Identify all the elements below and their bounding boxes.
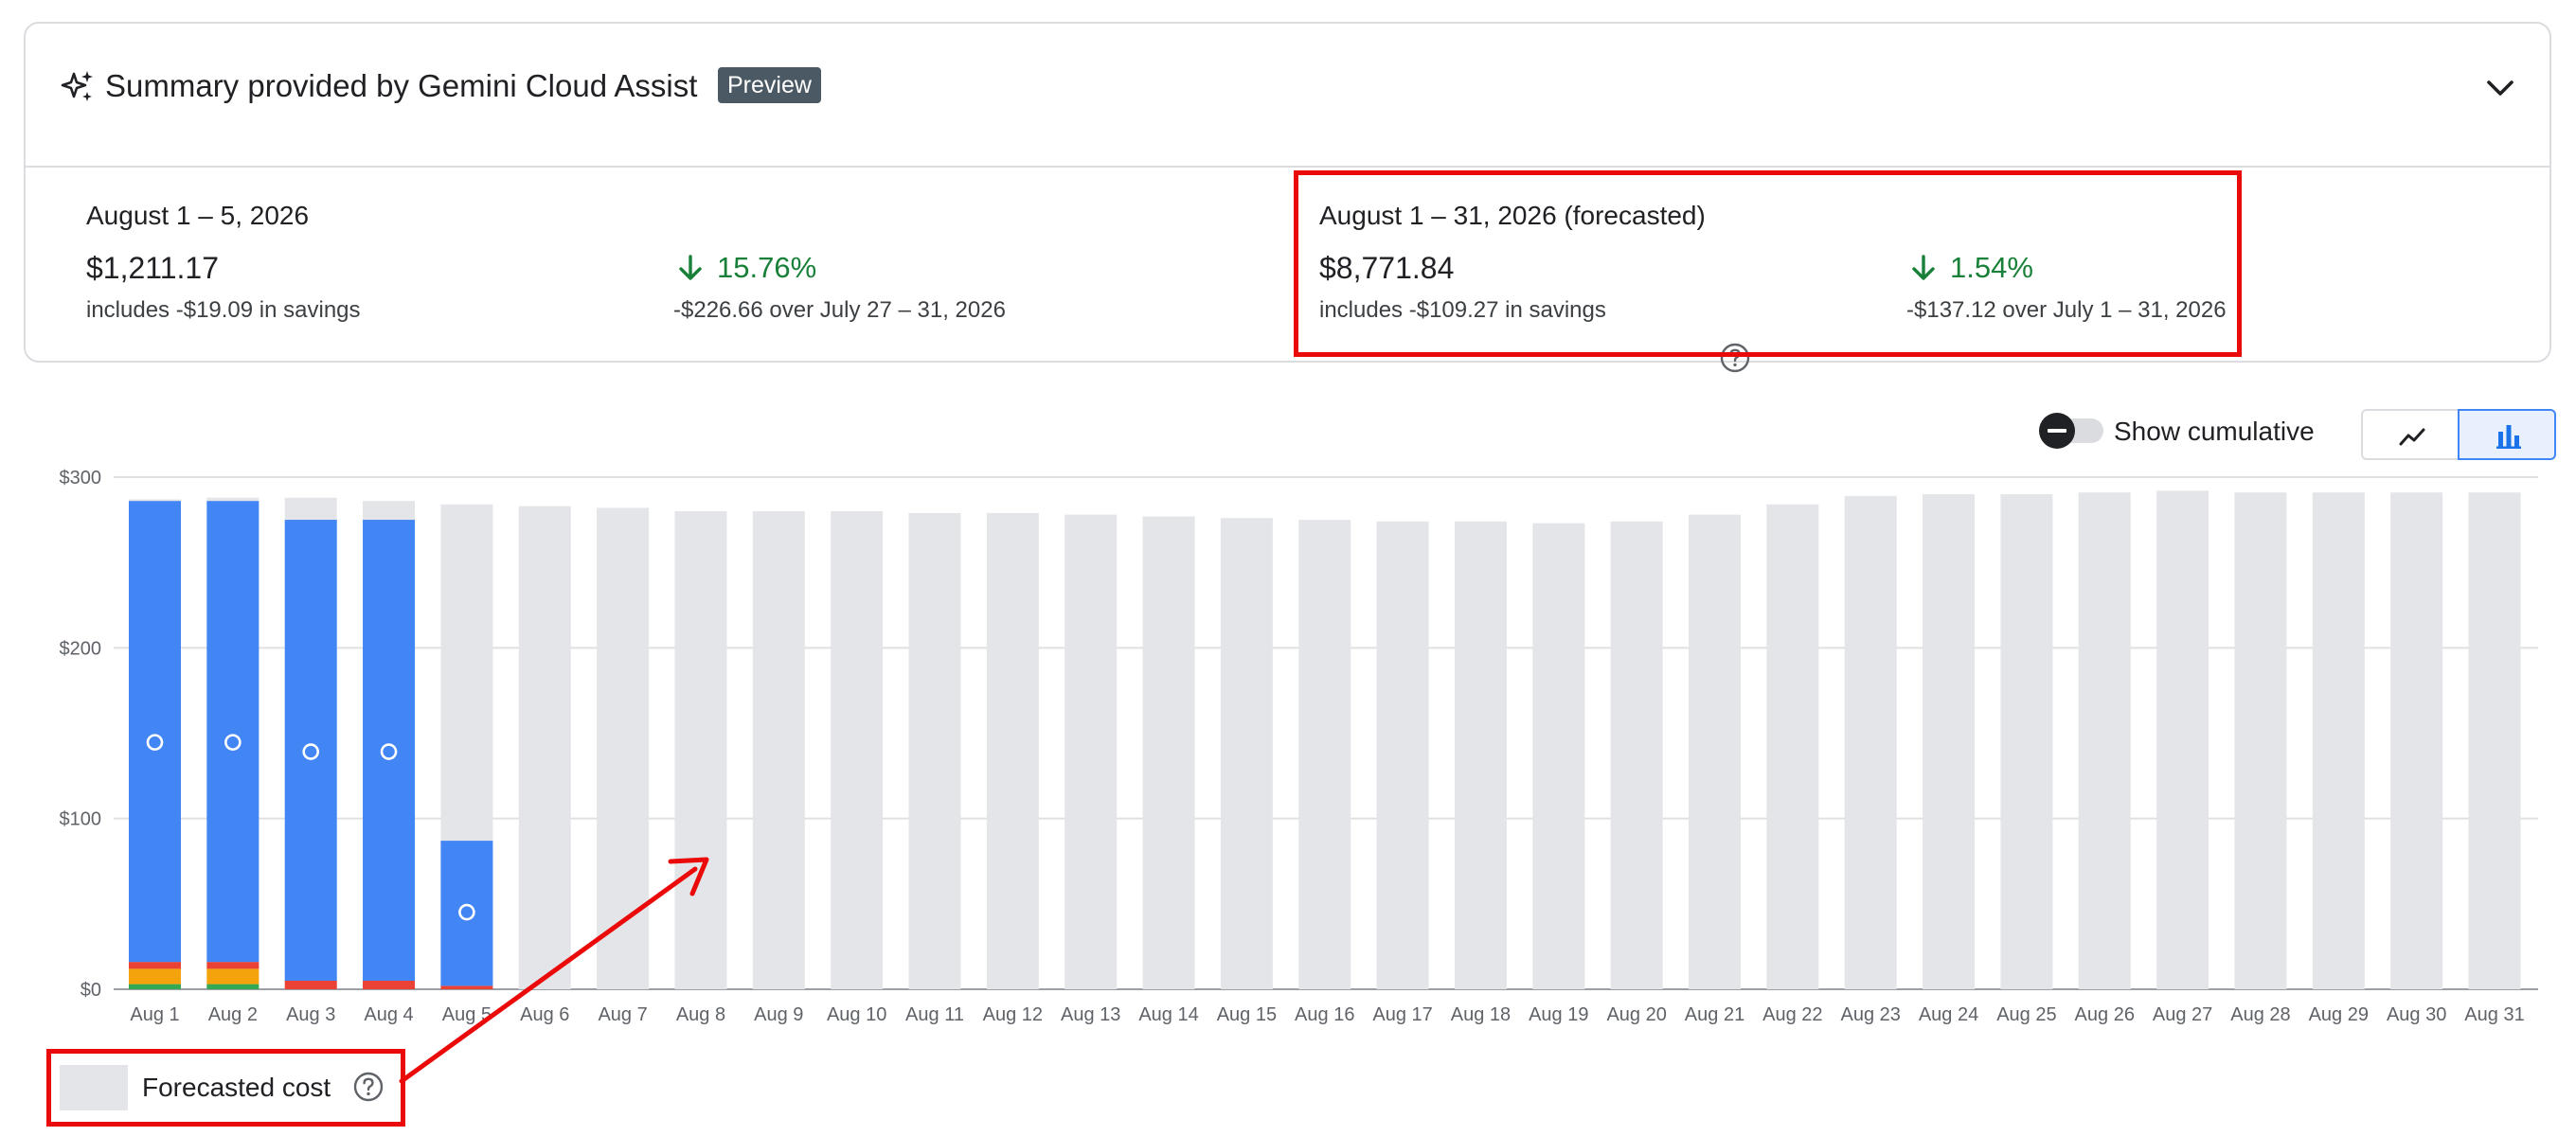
actual-bar-segment-orange [129, 968, 181, 985]
actual-bar-segment-red [284, 980, 337, 989]
forecast-bar [908, 512, 961, 989]
forecast-bar [1766, 504, 1819, 989]
forecast-bar [1376, 521, 1429, 989]
x-tick-label: Aug 26 [2075, 1004, 2135, 1025]
period-savings: includes -$19.09 in savings [86, 297, 361, 323]
forecast-highlight-box [1294, 170, 2242, 357]
forecast-bar [2078, 492, 2131, 989]
actual-bar-segment-red [440, 985, 493, 989]
forecast-bar [2000, 494, 2053, 989]
forecast-bar [2234, 492, 2287, 989]
x-tick-label: Aug 16 [1295, 1004, 1354, 1025]
x-tick-label: Aug 10 [827, 1004, 886, 1025]
x-tick-label: Aug 6 [520, 1004, 569, 1025]
period-label: August 1 – 5, 2026 [86, 201, 310, 230]
x-tick-label: Aug 9 [754, 1004, 803, 1025]
forecast-bar [674, 511, 727, 989]
change-detail: -$226.66 over July 27 – 31, 2026 [673, 297, 1006, 323]
forecast-bar [2468, 492, 2521, 989]
forecast-bar [1142, 516, 1195, 989]
x-tick-label: Aug 25 [1996, 1004, 2056, 1025]
x-tick-label: Aug 7 [598, 1004, 647, 1025]
actual-bar [363, 520, 416, 981]
chevron-down-icon[interactable] [2481, 69, 2519, 107]
x-tick-label: Aug 15 [1217, 1004, 1277, 1025]
x-tick-label: Aug 1 [130, 1004, 179, 1025]
forecast-bar [986, 512, 1039, 989]
arrow-down-icon [679, 255, 702, 280]
x-tick-label: Aug 31 [2464, 1004, 2524, 1025]
cumulative-label: Show cumulative [2114, 417, 2315, 446]
y-tick-label: $100 [60, 809, 102, 830]
x-tick-label: Aug 21 [1685, 1004, 1744, 1025]
actual-bar [440, 841, 493, 986]
actual-bar-segment-orange [206, 968, 259, 985]
y-tick-label: $0 [80, 980, 101, 1001]
forecast-bar [1064, 514, 1118, 989]
summary-title: Summary provided by Gemini Cloud Assist [105, 68, 698, 103]
x-tick-label: Aug 27 [2153, 1004, 2212, 1025]
summary-header[interactable]: Summary provided by Gemini Cloud Assist … [26, 24, 2549, 168]
line-view-button[interactable] [2361, 409, 2460, 460]
forecast-bar [1532, 523, 1585, 989]
sparkle-icon [61, 71, 93, 101]
x-tick-label: Aug 23 [1841, 1004, 1901, 1025]
x-tick-label: Aug 3 [286, 1004, 335, 1025]
y-tick-label: $300 [60, 468, 102, 488]
actual-bar [129, 501, 181, 963]
forecast-bar [1454, 521, 1507, 989]
forecast-bar [1298, 520, 1351, 989]
forecast-bar [2156, 490, 2209, 989]
x-tick-label: Aug 18 [1451, 1004, 1511, 1025]
x-tick-label: Aug 29 [2309, 1004, 2369, 1025]
forecast-bar [597, 507, 650, 989]
forecast-bar [518, 506, 571, 989]
change-percent: 15.76% [717, 251, 817, 284]
bar-chart-icon [2496, 425, 2521, 449]
period-amount: $1,211.17 [86, 251, 219, 285]
forecast-bar [752, 511, 805, 989]
x-tick-label: Aug 11 [905, 1004, 964, 1025]
x-tick-label: Aug 2 [208, 1004, 258, 1025]
actual-bar [284, 520, 337, 981]
forecast-bar [1610, 521, 1663, 989]
bar-view-button[interactable] [2458, 409, 2556, 460]
y-tick-label: $200 [60, 638, 102, 659]
actual-bar [206, 501, 259, 963]
forecast-bar [2390, 492, 2443, 989]
x-tick-label: Aug 17 [1372, 1004, 1432, 1025]
forecast-bar [1689, 514, 1741, 989]
x-tick-label: Aug 13 [1061, 1004, 1120, 1025]
forecast-bar [1220, 518, 1273, 989]
actual-bar-segment-green [129, 984, 181, 989]
preview-badge: Preview [718, 67, 821, 103]
x-tick-label: Aug 22 [1762, 1004, 1822, 1025]
x-tick-label: Aug 24 [1919, 1004, 1978, 1025]
x-tick-label: Aug 19 [1529, 1004, 1588, 1025]
x-tick-label: Aug 30 [2387, 1004, 2446, 1025]
x-tick-label: Aug 20 [1606, 1004, 1666, 1025]
cumulative-toggle[interactable] [2037, 411, 2107, 451]
x-tick-label: Aug 8 [676, 1004, 725, 1025]
forecast-bar [1923, 494, 1976, 989]
forecast-bar [1844, 495, 1897, 989]
forecast-bar [831, 511, 884, 989]
cost-bar-chart: $0 $100 $200 $300 Aug 1 Aug 2 Aug 3 Aug 4 Aug 5 A… [60, 468, 2538, 1025]
actual-bar-segment-green [206, 984, 259, 989]
actual-bar-segment-red [206, 962, 259, 969]
x-tick-label: Aug 4 [364, 1004, 413, 1025]
forecast-bar [2312, 492, 2365, 989]
actual-bar-segment-red [129, 962, 181, 969]
x-tick-label: Aug 5 [442, 1004, 492, 1025]
x-tick-label: Aug 14 [1138, 1004, 1198, 1025]
x-tick-label: Aug 12 [983, 1004, 1043, 1025]
line-chart-icon [2399, 428, 2425, 446]
actual-bar-segment-red [363, 980, 416, 989]
legend-highlight-box [46, 1049, 405, 1127]
x-tick-label: Aug 28 [2230, 1004, 2290, 1025]
